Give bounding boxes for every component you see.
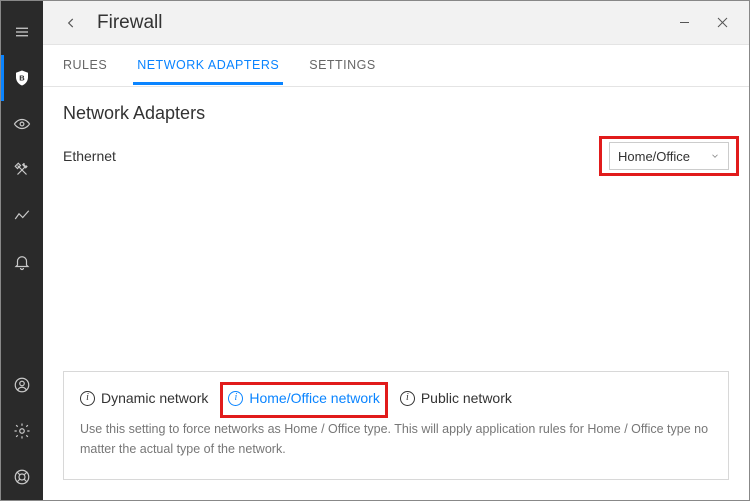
side-nav: B	[1, 1, 43, 500]
nav-tools[interactable]	[1, 147, 43, 193]
adapter-type-dropdown[interactable]: Home/Office	[609, 142, 729, 170]
adapter-row: Ethernet Home/Office	[63, 142, 729, 170]
bell-icon	[13, 253, 31, 271]
close-icon	[717, 17, 728, 28]
chevron-down-icon	[710, 151, 720, 161]
option-dynamic-network[interactable]: i Dynamic network	[80, 390, 208, 406]
tools-icon	[13, 161, 31, 179]
info-icon: i	[80, 391, 95, 406]
option-label: Dynamic network	[101, 390, 208, 406]
lifebuoy-icon	[13, 468, 31, 486]
adapter-label: Ethernet	[63, 148, 116, 164]
title-bar: Firewall	[43, 1, 749, 45]
nav-help[interactable]	[1, 454, 43, 500]
shield-icon: B	[13, 69, 31, 87]
tab-settings[interactable]: SETTINGS	[305, 46, 380, 85]
option-public-network[interactable]: i Public network	[400, 390, 512, 406]
nav-activity[interactable]	[1, 193, 43, 239]
active-indicator	[1, 55, 4, 101]
panel-description: Use this setting to force networks as Ho…	[80, 420, 712, 459]
option-label: Public network	[421, 390, 512, 406]
user-icon	[13, 376, 31, 394]
nav-shield[interactable]: B	[1, 55, 43, 101]
adapter-dropdown-wrap: Home/Office	[609, 142, 729, 170]
nav-notifications[interactable]	[1, 239, 43, 285]
dropdown-value: Home/Office	[618, 149, 690, 164]
back-button[interactable]	[55, 7, 87, 39]
app-window: B Firewall	[0, 0, 750, 501]
info-icon: i	[400, 391, 415, 406]
gear-icon	[13, 422, 31, 440]
minimize-icon	[679, 17, 690, 28]
network-type-options: i Dynamic network i Home/Office network …	[80, 390, 712, 406]
minimize-button[interactable]	[665, 8, 703, 38]
tab-bar: RULES NETWORK ADAPTERS SETTINGS	[43, 45, 749, 87]
tab-network-adapters[interactable]: NETWORK ADAPTERS	[133, 46, 283, 85]
main-area: Firewall RULES NETWORK ADAPTERS SETTINGS…	[43, 1, 749, 500]
activity-icon	[13, 207, 31, 225]
svg-text:B: B	[19, 73, 25, 82]
window-controls	[665, 8, 741, 38]
window-title: Firewall	[97, 12, 162, 34]
tab-rules[interactable]: RULES	[59, 46, 111, 85]
chevron-left-icon	[64, 16, 78, 30]
nav-eye[interactable]	[1, 101, 43, 147]
nav-settings[interactable]	[1, 408, 43, 454]
info-icon: i	[228, 391, 243, 406]
nav-account[interactable]	[1, 362, 43, 408]
option-home-office-network[interactable]: i Home/Office network	[228, 390, 379, 406]
menu-button[interactable]	[1, 9, 43, 55]
network-type-panel: i Dynamic network i Home/Office network …	[63, 371, 729, 480]
eye-icon	[13, 115, 31, 133]
close-button[interactable]	[703, 8, 741, 38]
option-label: Home/Office network	[249, 390, 379, 406]
section-title: Network Adapters	[63, 103, 729, 124]
content-area: Network Adapters Ethernet Home/Office i …	[43, 87, 749, 500]
hamburger-icon	[13, 23, 31, 41]
